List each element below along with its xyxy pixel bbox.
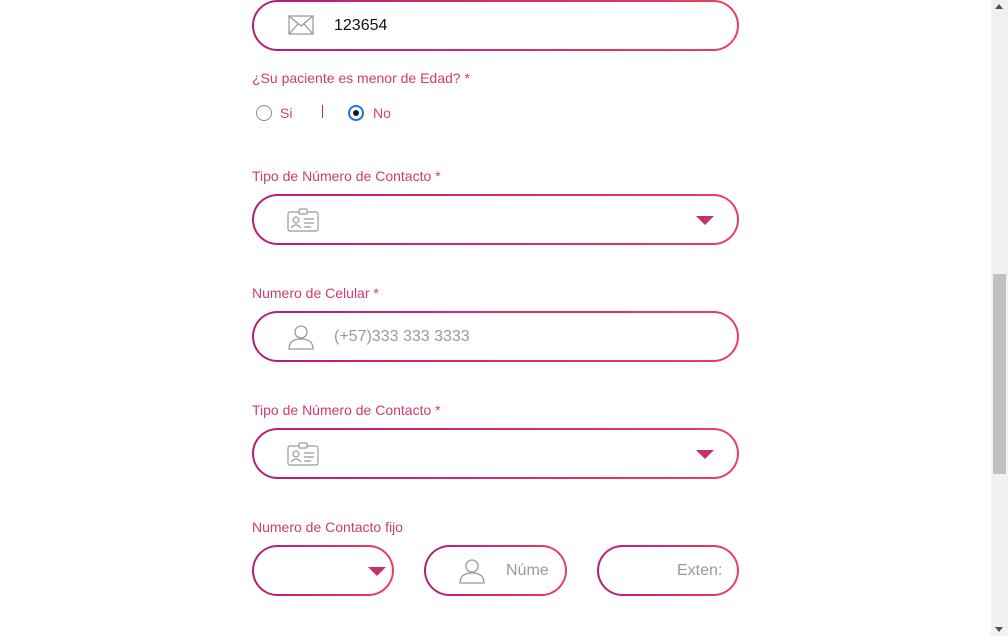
scrollbar[interactable] [991,0,1008,636]
contact-type-label-2: Tipo de Número de Contacto * [252,402,441,418]
code-field[interactable]: 123654 [252,0,739,51]
radio-no[interactable] [348,105,364,121]
landline-label: Numero de Contacto fijo [252,519,403,535]
chevron-down-icon [696,216,714,225]
extension-placeholder: Exten: [677,562,723,579]
radio-no-label: No [373,105,391,121]
radio-separator [322,105,323,118]
chevron-down-icon [368,567,386,576]
scroll-thumb[interactable] [993,274,1006,474]
contact-type-select[interactable] [252,194,739,245]
contact-type-label: Tipo de Número de Contacto * [252,168,441,184]
cell-number-field[interactable]: (+57)333 333 3333 [252,311,739,362]
landline-number-field[interactable]: Núme [424,545,567,596]
user-icon [288,324,314,355]
scroll-up-icon[interactable] [995,4,1003,9]
minor-question-label: ¿Su paciente es menor de Edad? * [252,70,470,86]
user-icon [459,558,485,589]
radio-si-label: Si [280,105,293,121]
id-card-icon [287,208,319,237]
extension-field[interactable]: Exten: [597,545,739,596]
code-value: 123654 [334,17,388,34]
chevron-down-icon [696,450,714,459]
cell-number-placeholder: (+57)333 333 3333 [334,328,470,345]
envelope-icon [288,15,314,40]
contact-type-select-2[interactable] [252,428,739,479]
radio-si[interactable] [256,105,272,121]
id-card-icon [287,442,319,471]
scroll-down-icon[interactable] [995,627,1003,632]
landline-number-placeholder: Núme [506,562,549,579]
landline-prefix-select[interactable] [252,545,394,596]
cell-number-label: Numero de Celular * [252,285,379,301]
